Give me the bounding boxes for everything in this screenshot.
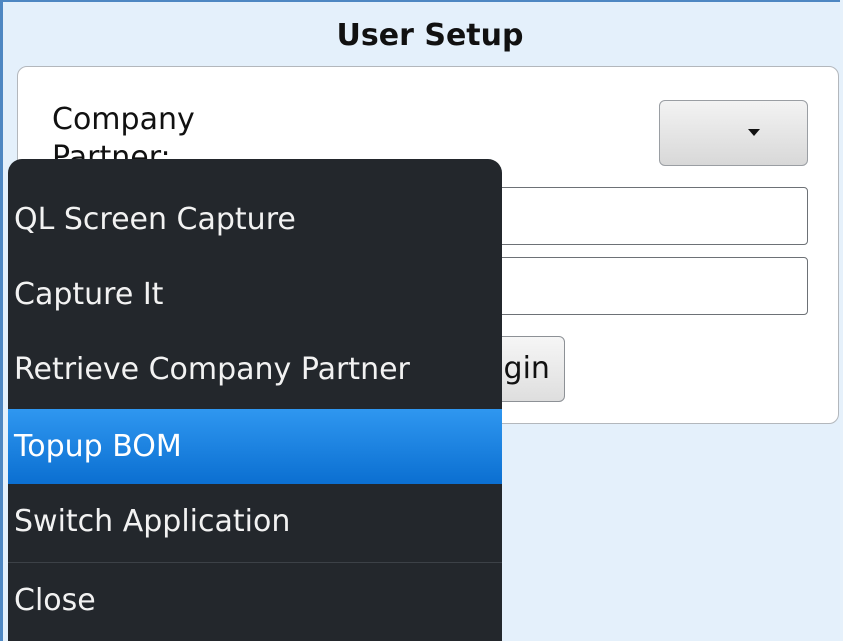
menu-item-ql-screen-capture[interactable]: QL Screen Capture bbox=[8, 182, 502, 257]
company-partner-label: Company Partner: bbox=[52, 102, 195, 161]
form-input-field-1[interactable] bbox=[488, 187, 808, 245]
menu-item-retrieve-company-partner[interactable]: Retrieve Company Partner bbox=[8, 332, 502, 407]
menu-item-switch-application[interactable]: Switch Application bbox=[8, 484, 502, 559]
form-input-field-2[interactable] bbox=[488, 257, 808, 315]
menu-item-capture-it[interactable]: Capture It bbox=[8, 257, 502, 332]
menu-item-topup-bom[interactable]: Topup BOM bbox=[8, 409, 502, 484]
menu-item-close[interactable]: Close bbox=[8, 563, 502, 638]
context-menu: QL Screen Capture Capture It Retrieve Co… bbox=[8, 159, 502, 641]
caret-down-icon bbox=[748, 129, 760, 136]
page-title: User Setup bbox=[336, 18, 524, 53]
company-partner-dropdown[interactable] bbox=[659, 100, 808, 166]
